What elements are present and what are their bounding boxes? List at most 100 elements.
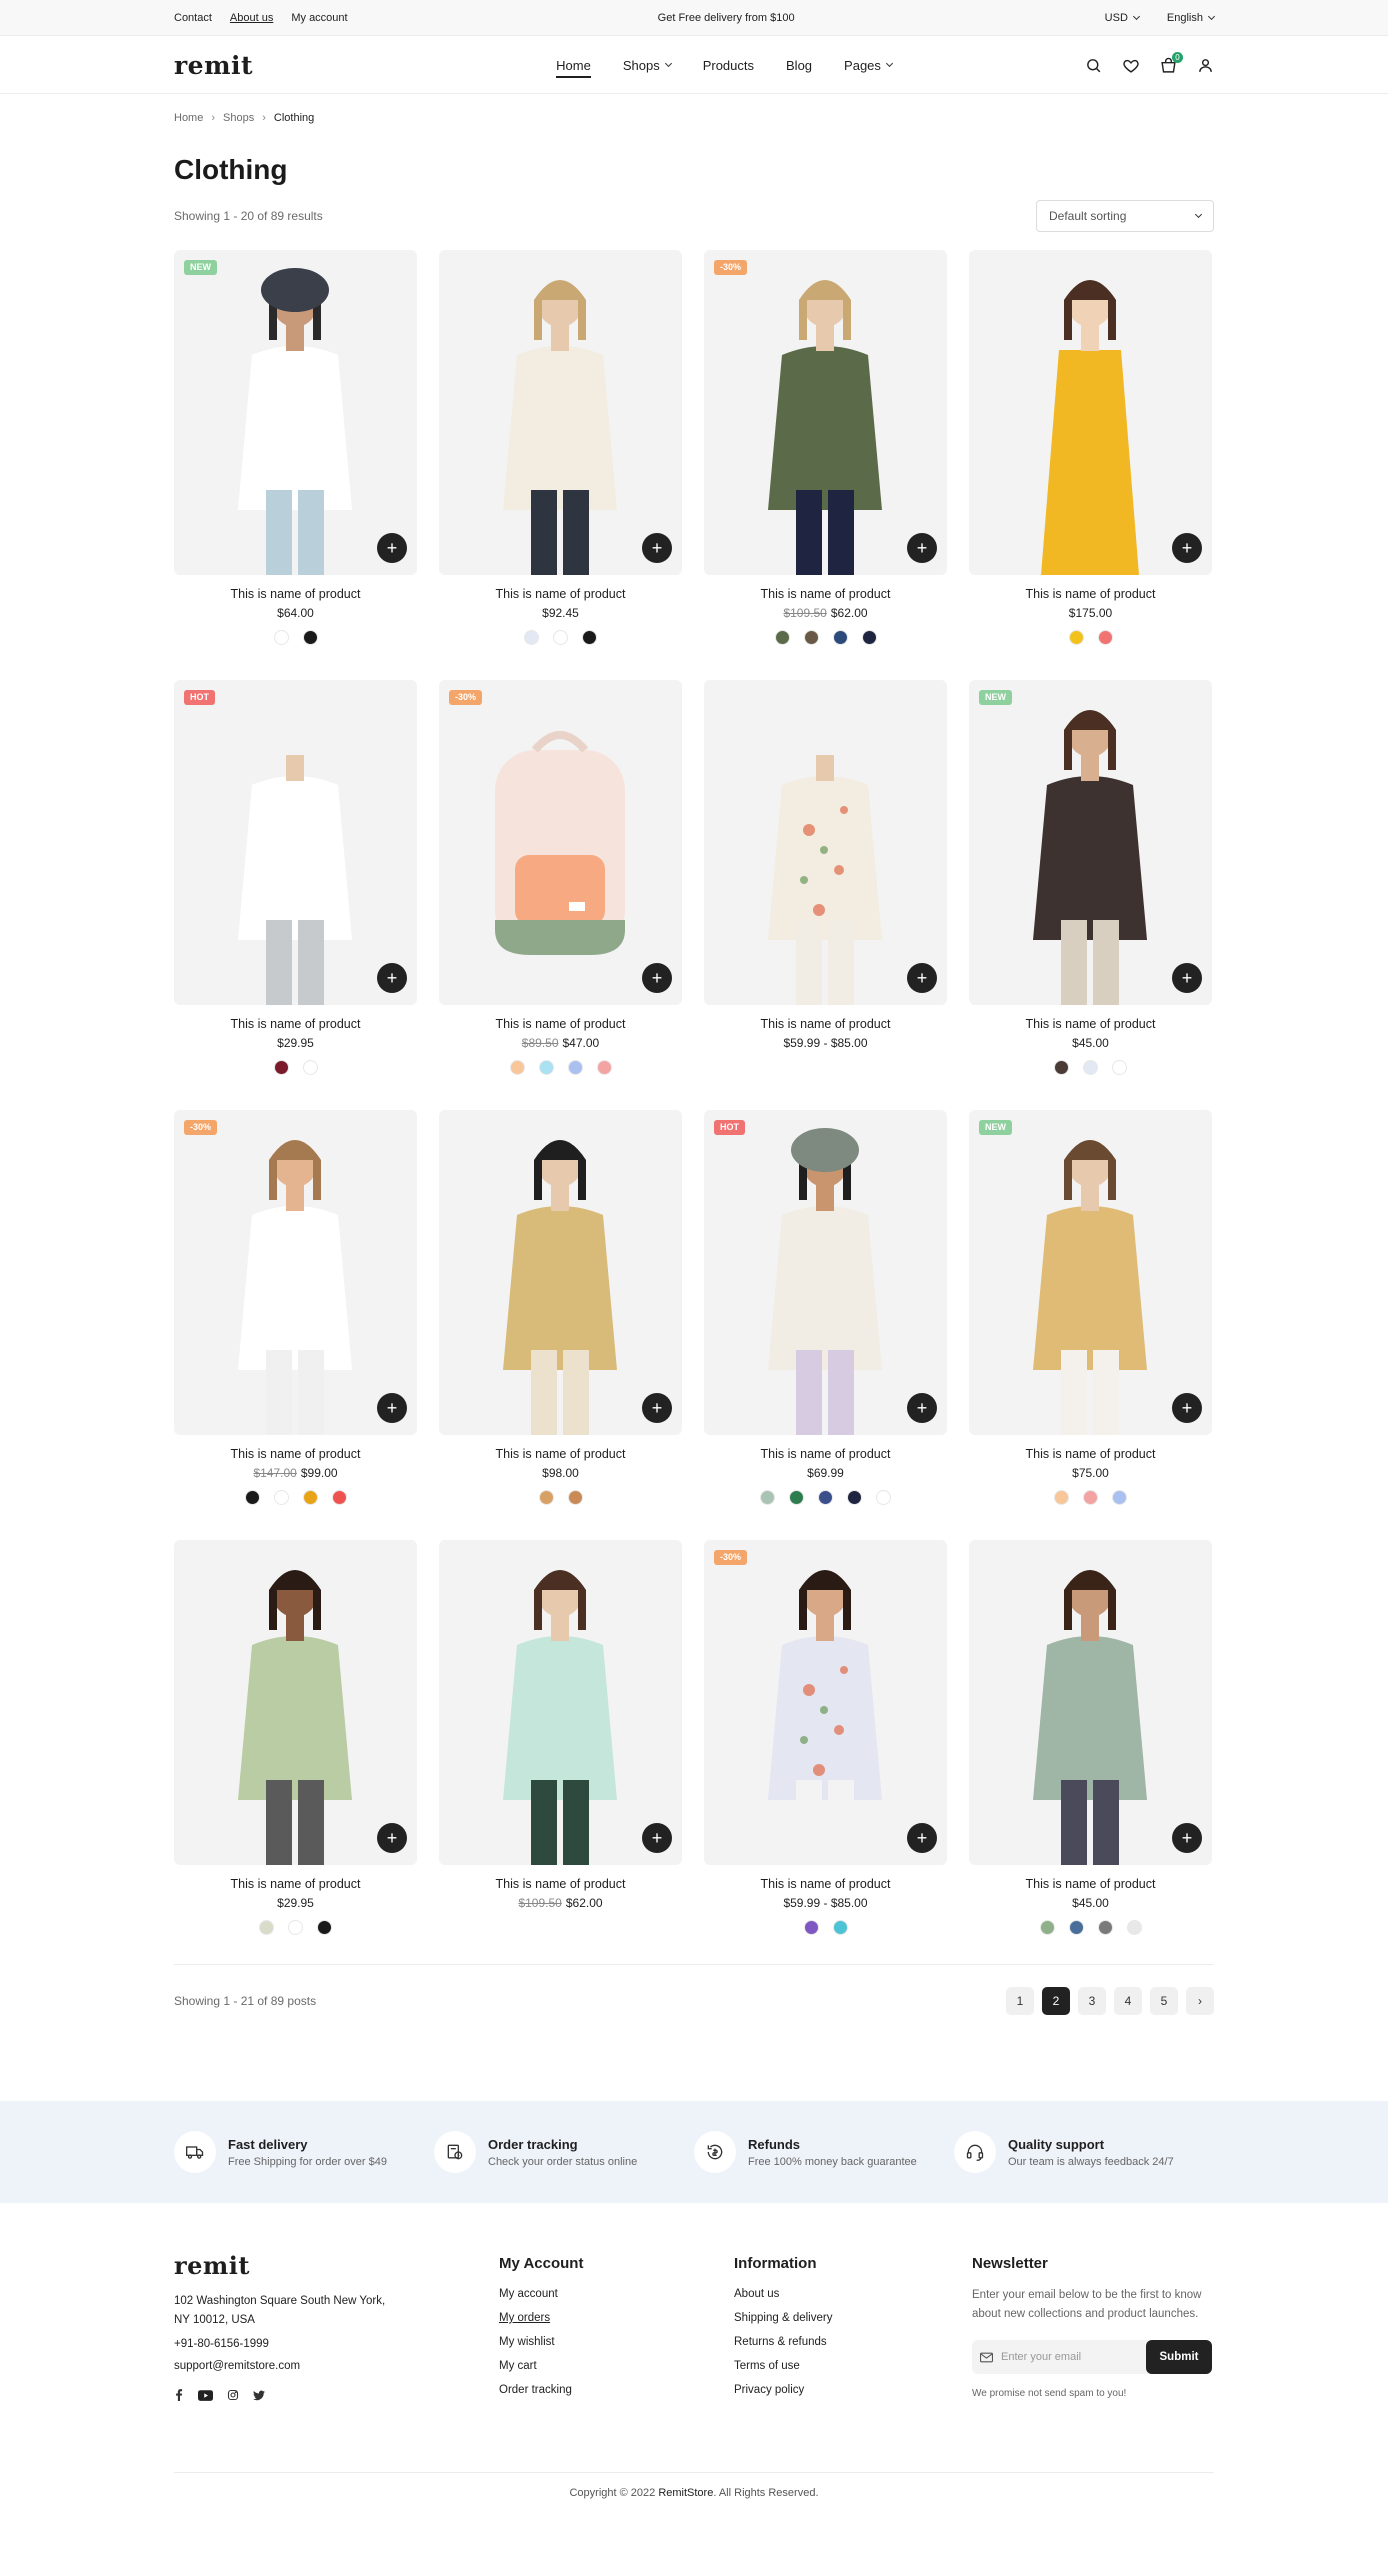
page-5-button[interactable]: 5 [1150,1987,1178,2015]
about-link[interactable]: About us [230,12,273,24]
page-1-button[interactable]: 1 [1006,1987,1034,2015]
color-swatch[interactable] [509,1060,525,1075]
product-card[interactable]: HOT + This is name of product $69.99 [704,1110,947,1540]
twitter-icon[interactable] [253,2388,265,2406]
currency-selector[interactable]: USD [1105,12,1140,24]
add-to-cart-button[interactable]: + [642,1823,672,1853]
product-image[interactable]: + [969,250,1212,575]
color-swatch[interactable] [582,630,597,645]
color-swatch[interactable] [302,630,318,645]
footer-link-my-orders[interactable]: My orders [499,2312,734,2324]
product-image[interactable]: -30% + [704,250,947,575]
add-to-cart-button[interactable]: + [1172,1393,1202,1423]
next-page-button[interactable]: › [1186,1987,1214,2015]
add-to-cart-button[interactable]: + [907,1393,937,1423]
add-to-cart-button[interactable]: + [1172,1823,1202,1853]
color-swatch[interactable] [259,1920,274,1935]
color-swatch[interactable] [302,1490,318,1505]
color-swatch[interactable] [1126,1920,1142,1935]
product-name[interactable]: This is name of product [704,1447,947,1461]
color-swatch[interactable] [288,1920,303,1935]
color-swatch[interactable] [1068,630,1084,645]
site-logo[interactable]: remit [174,51,253,80]
add-to-cart-button[interactable]: + [1172,533,1202,563]
product-card[interactable]: + This is name of product $92.45 [439,250,682,680]
color-swatch[interactable] [273,1490,289,1505]
product-name[interactable]: This is name of product [969,1017,1212,1031]
search-icon[interactable] [1085,57,1102,74]
product-card[interactable]: NEW + This is name of product $75.00 [969,1110,1212,1540]
footer-link-terms[interactable]: Terms of use [734,2360,972,2372]
product-image[interactable]: + [174,1540,417,1865]
color-swatch[interactable] [1097,1920,1113,1935]
page-3-button[interactable]: 3 [1078,1987,1106,2015]
product-name[interactable]: This is name of product [174,587,417,601]
product-card[interactable]: + This is name of product $175.00 [969,250,1212,680]
product-card[interactable]: -30% + This is name of product $109.50 $6… [704,250,947,680]
color-swatch[interactable] [567,1490,583,1505]
instagram-icon[interactable] [227,2388,239,2406]
color-swatch[interactable] [1054,1060,1069,1075]
product-name[interactable]: This is name of product [969,587,1212,601]
product-name[interactable]: This is name of product [174,1017,417,1031]
product-image[interactable]: + [969,1540,1212,1865]
product-card[interactable]: + This is name of product $45.00 [969,1540,1212,1970]
color-swatch[interactable] [861,630,877,645]
color-swatch[interactable] [818,1490,833,1505]
color-swatch[interactable] [847,1490,862,1505]
add-to-cart-button[interactable]: + [642,533,672,563]
color-swatch[interactable] [331,1490,347,1505]
page-2-button[interactable]: 2 [1042,1987,1070,2015]
color-swatch[interactable] [1068,1920,1084,1935]
add-to-cart-button[interactable]: + [1172,963,1202,993]
color-swatch[interactable] [1039,1920,1055,1935]
footer-link-my-wishlist[interactable]: My wishlist [499,2336,734,2348]
color-swatch[interactable] [876,1490,891,1505]
product-name[interactable]: This is name of product [439,1877,682,1891]
color-swatch[interactable] [273,630,289,645]
color-swatch[interactable] [567,1060,583,1075]
add-to-cart-button[interactable]: + [907,1823,937,1853]
color-swatch[interactable] [1112,1490,1127,1505]
add-to-cart-button[interactable]: + [907,533,937,563]
product-name[interactable]: This is name of product [969,1447,1212,1461]
add-to-cart-button[interactable]: + [377,1393,407,1423]
product-name[interactable]: This is name of product [704,1877,947,1891]
color-swatch[interactable] [317,1920,332,1935]
nav-products[interactable]: Products [703,36,754,94]
product-card[interactable]: + This is name of product $29.95 [174,1540,417,1970]
footer-link-about[interactable]: About us [734,2288,972,2300]
product-card[interactable]: + This is name of product $59.99 - $85.0… [704,680,947,1110]
nav-home[interactable]: Home [556,36,591,94]
product-name[interactable]: This is name of product [174,1447,417,1461]
sort-select[interactable]: Default sorting [1036,200,1214,232]
color-swatch[interactable] [538,1060,554,1075]
color-swatch[interactable] [803,630,819,645]
color-swatch[interactable] [553,630,568,645]
color-swatch[interactable] [832,1920,848,1935]
cart-button[interactable]: 0 [1160,51,1183,74]
footer-link-shipping[interactable]: Shipping & delivery [734,2312,972,2324]
add-to-cart-button[interactable]: + [377,1823,407,1853]
page-4-button[interactable]: 4 [1114,1987,1142,2015]
product-card[interactable]: + This is name of product $98.00 [439,1110,682,1540]
language-selector[interactable]: English [1167,12,1216,24]
product-image[interactable]: HOT + [704,1110,947,1435]
breadcrumb-shops[interactable]: Shops [223,112,254,124]
product-image[interactable]: + [439,1110,682,1435]
product-image[interactable]: -30% + [174,1110,417,1435]
color-swatch[interactable] [774,630,790,645]
product-card[interactable]: + This is name of product $109.50 $62.00 [439,1540,682,1970]
facebook-icon[interactable] [174,2388,184,2406]
footer-link-order-tracking[interactable]: Order tracking [499,2384,734,2396]
submit-button[interactable]: Submit [1146,2340,1212,2374]
color-swatch[interactable] [596,1060,612,1075]
email-field[interactable]: Enter your email [972,2351,1146,2363]
product-image[interactable]: HOT + [174,680,417,1005]
color-swatch[interactable] [1097,630,1113,645]
product-name[interactable]: This is name of product [704,1017,947,1031]
my-account-link[interactable]: My account [291,12,347,24]
product-card[interactable]: NEW + This is name of product $45.00 [969,680,1212,1110]
footer-link-privacy[interactable]: Privacy policy [734,2384,972,2396]
product-card[interactable]: -30% + This is name of product $147.00 $9… [174,1110,417,1540]
